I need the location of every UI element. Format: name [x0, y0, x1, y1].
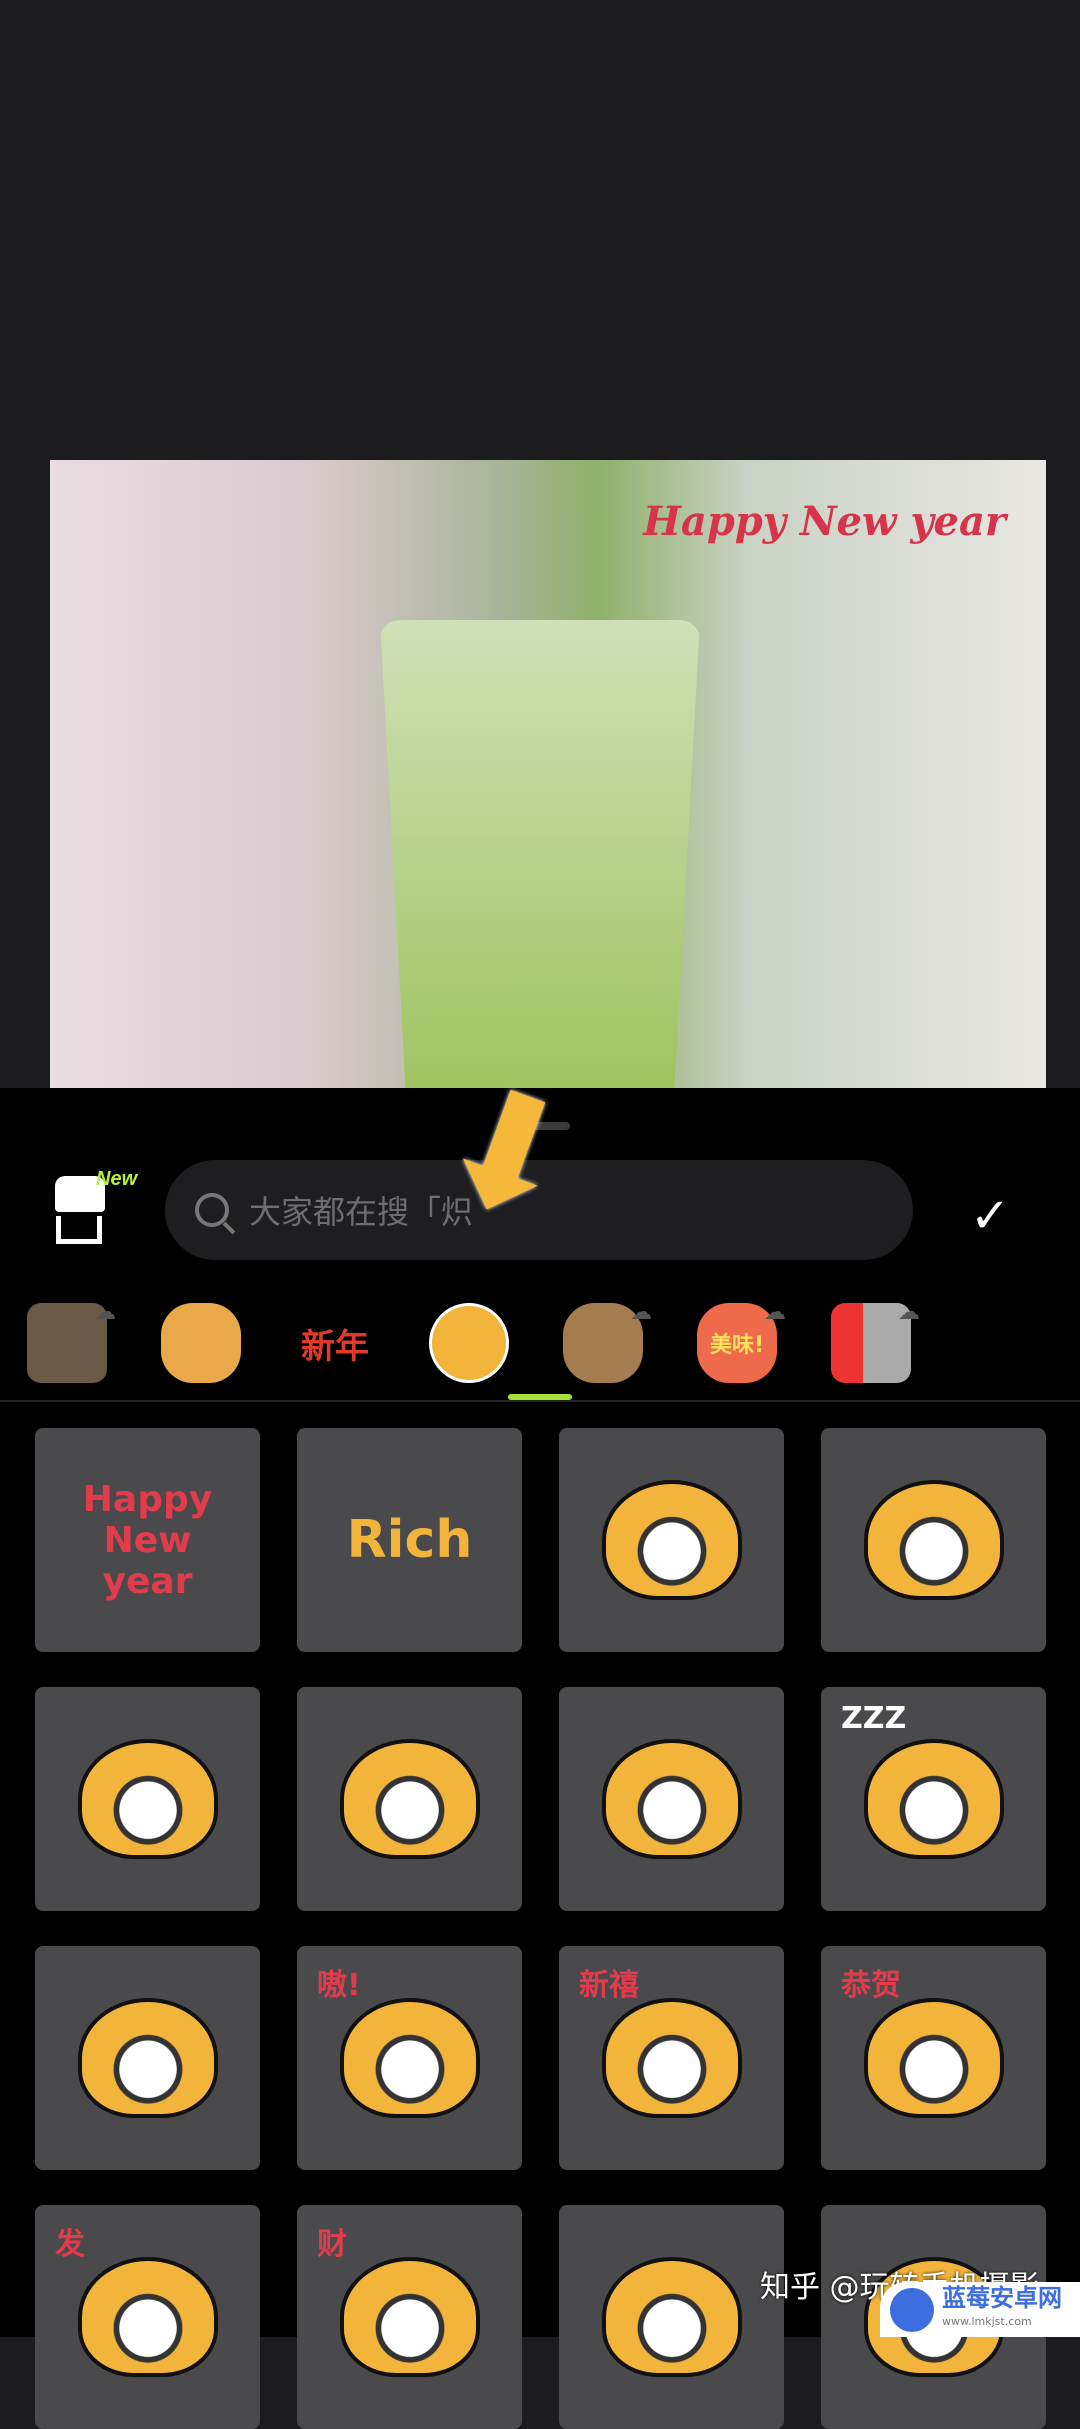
sticker-item[interactable]	[35, 1687, 260, 1911]
site-name: 蓝莓安卓网	[942, 2283, 1062, 2312]
tab-tiger-cat[interactable]	[402, 1288, 536, 1398]
tiger-cat-sticker	[77, 2257, 218, 2377]
tiger-cat-sticker	[339, 1739, 480, 1859]
sticker-item[interactable]	[35, 1946, 260, 2170]
happy-new-year-sticker[interactable]: Happy New year	[643, 500, 1006, 544]
sticker-text: Happy New year	[82, 1478, 213, 1602]
download-icon: ☁	[764, 1300, 786, 1325]
sticker-text: 发	[55, 2227, 85, 2262]
tab-new-year[interactable]: 新年	[268, 1288, 402, 1398]
sticker-item[interactable]	[559, 1428, 784, 1652]
sticker-item[interactable]	[297, 1687, 522, 1911]
sticker-item[interactable]	[559, 2205, 784, 2429]
cup-image	[380, 620, 700, 1088]
sticker-text: ZZZ	[841, 1701, 907, 1736]
sticker-item[interactable]: 发	[35, 2205, 260, 2429]
sticker-item[interactable]: 财	[297, 2205, 522, 2429]
tiger-cat-sticker	[77, 1739, 218, 1859]
tiger-cat-sticker	[339, 2257, 480, 2377]
tab-delicious[interactable]: 美味! ☁	[670, 1288, 804, 1398]
sticker-panel: New 大家都在搜「炽 ✓ ☁ 新年 ☁ 美味! ☁ ☁ Happy New ye…	[0, 1088, 1080, 2429]
check-icon[interactable]: ✓	[970, 1188, 1010, 1244]
tab-tiger-photo[interactable]: ☁	[0, 1288, 134, 1398]
sticker-item[interactable]: 嗷!	[297, 1946, 522, 2170]
tab-gift-cat[interactable]: ☁	[804, 1288, 938, 1398]
tiger-cat-sticker	[601, 1998, 742, 2118]
sticker-text: 恭贺	[841, 1968, 901, 2003]
tiger-cat-sticker	[863, 1998, 1004, 2118]
download-icon: ☁	[898, 1300, 920, 1325]
site-watermark: 蓝莓安卓网 www.lmkjst.com	[880, 2282, 1080, 2337]
tab-fat-tiger[interactable]	[134, 1288, 268, 1398]
sticker-item[interactable]: 恭贺	[821, 1946, 1046, 2170]
tiger-cat-sticker	[863, 1480, 1004, 1600]
sticker-item[interactable]: Rich	[297, 1428, 522, 1652]
divider	[0, 1400, 1080, 1402]
tiger-cat-sticker	[601, 2257, 742, 2377]
tiger-cat-sticker	[77, 1998, 218, 2118]
sticker-category-tabs: ☁ 新年 ☁ 美味! ☁ ☁	[0, 1288, 1080, 1398]
tiger-cat-sticker	[863, 1739, 1004, 1859]
tiger-cat-sticker	[601, 1739, 742, 1859]
download-icon: ☁	[630, 1300, 652, 1325]
sticker-text: Rich	[346, 1510, 473, 1570]
sticker-item[interactable]: 新禧	[559, 1946, 784, 2170]
sticker-text: 财	[317, 2227, 347, 2262]
search-icon	[195, 1193, 229, 1227]
sticker-item[interactable]	[821, 1428, 1046, 1652]
android-logo-icon	[890, 2287, 934, 2332]
sticker-text: 新禧	[579, 1968, 639, 2003]
new-badge: New	[96, 1168, 138, 1190]
site-url: www.lmkjst.com	[942, 2314, 1032, 2328]
sticker-text: 嗷!	[317, 1968, 361, 2003]
tiger-cat-sticker	[601, 1480, 742, 1600]
download-icon: ☁	[94, 1300, 116, 1325]
sticker-item[interactable]: ZZZ	[821, 1687, 1046, 1911]
tab-teddy-bear[interactable]: ☁	[536, 1288, 670, 1398]
sticker-item[interactable]: Happy New year	[35, 1428, 260, 1652]
tiger-cat-sticker	[339, 1998, 480, 2118]
sticker-item[interactable]	[559, 1687, 784, 1911]
photo-canvas[interactable]: Happy New year	[50, 460, 1046, 1088]
